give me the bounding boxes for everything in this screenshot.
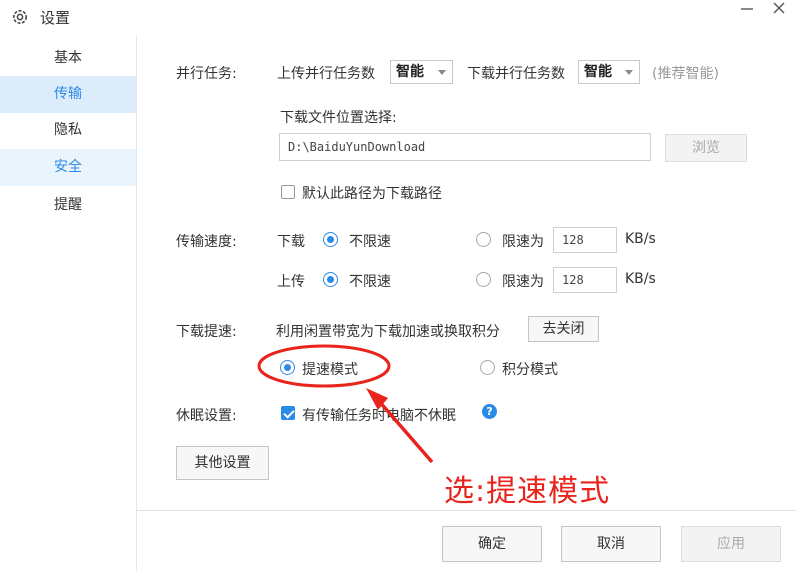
- download-unlimited-radio[interactable]: [323, 232, 338, 247]
- download-limit-input[interactable]: 128: [553, 227, 617, 253]
- download-location-label: 下载文件位置选择:: [280, 110, 397, 126]
- download-parallel-value: 智能: [584, 64, 612, 80]
- sidebar-item-privacy[interactable]: 隐私: [0, 112, 136, 149]
- download-parallel-label: 下载并行任务数: [467, 66, 565, 82]
- points-mode-label: 积分模式: [502, 362, 558, 378]
- sidebar-item-security[interactable]: 安全: [0, 149, 136, 186]
- window-title: 设置: [40, 9, 71, 27]
- footer-divider: [137, 510, 796, 511]
- download-limit-unit: KB/s: [625, 231, 656, 247]
- sidebar-item-basic[interactable]: 基本: [0, 40, 136, 77]
- default-path-label: 默认此路径为下载路径: [302, 186, 442, 202]
- transfer-speed-label: 传输速度:: [176, 234, 237, 250]
- download-boost-label: 下载提速:: [176, 324, 237, 340]
- settings-gear-icon: [13, 10, 27, 24]
- annotation-text: 选:提速模式: [444, 474, 611, 509]
- download-speed-label: 下载: [277, 234, 305, 250]
- default-path-checkbox[interactable]: [281, 185, 295, 199]
- upload-limit-label: 限速为: [502, 274, 544, 290]
- sidebar-item-transfer[interactable]: 传输: [0, 76, 136, 113]
- upload-parallel-value: 智能: [396, 64, 424, 80]
- other-settings-button[interactable]: 其他设置: [176, 446, 269, 480]
- parallel-tasks-label: 并行任务:: [176, 66, 237, 82]
- download-limit-radio[interactable]: [476, 232, 491, 247]
- sleep-settings-label: 休眠设置:: [176, 408, 237, 424]
- speed-mode-label: 提速模式: [302, 362, 358, 378]
- sidebar-item-reminder[interactable]: 提醒: [0, 187, 136, 224]
- close-button[interactable]: [768, 0, 790, 22]
- points-mode-radio[interactable]: [480, 360, 495, 375]
- help-icon[interactable]: ?: [482, 404, 497, 419]
- upload-speed-label: 上传: [277, 274, 305, 290]
- download-limit-label: 限速为: [502, 234, 544, 250]
- upload-unlimited-radio[interactable]: [323, 272, 338, 287]
- upload-parallel-dropdown[interactable]: 智能: [390, 60, 453, 84]
- chevron-down-icon: [625, 70, 633, 75]
- download-unlimited-label: 不限速: [349, 234, 391, 250]
- ok-button[interactable]: 确定: [442, 526, 542, 562]
- close-icon: [773, 2, 785, 14]
- apply-button[interactable]: 应用: [681, 526, 781, 562]
- no-sleep-label: 有传输任务时电脑不休眠: [302, 408, 456, 424]
- chevron-down-icon: [438, 70, 446, 75]
- upload-limit-radio[interactable]: [476, 272, 491, 287]
- upload-limit-input[interactable]: 128: [553, 267, 617, 293]
- minimize-icon: [741, 8, 753, 10]
- minimize-button[interactable]: [736, 0, 758, 22]
- upload-unlimited-label: 不限速: [349, 274, 391, 290]
- no-sleep-checkbox[interactable]: [281, 406, 295, 420]
- upload-limit-unit: KB/s: [625, 271, 656, 287]
- download-path-field[interactable]: D:\BaiduYunDownload: [279, 133, 651, 161]
- settings-sidebar: 基本 传输 隐私 安全 提醒: [0, 36, 137, 571]
- download-parallel-dropdown[interactable]: 智能: [578, 60, 640, 84]
- parallel-hint: (推荐智能): [652, 66, 719, 82]
- title-bar: 设置: [0, 0, 796, 34]
- upload-parallel-label: 上传并行任务数: [277, 66, 375, 82]
- download-boost-description: 利用闲置带宽为下载加速或换取积分: [276, 324, 500, 340]
- browse-button[interactable]: 浏览: [665, 134, 747, 162]
- speed-mode-radio[interactable]: [280, 360, 295, 375]
- cancel-button[interactable]: 取消: [561, 526, 661, 562]
- boost-toggle-button[interactable]: 去关闭: [528, 316, 599, 342]
